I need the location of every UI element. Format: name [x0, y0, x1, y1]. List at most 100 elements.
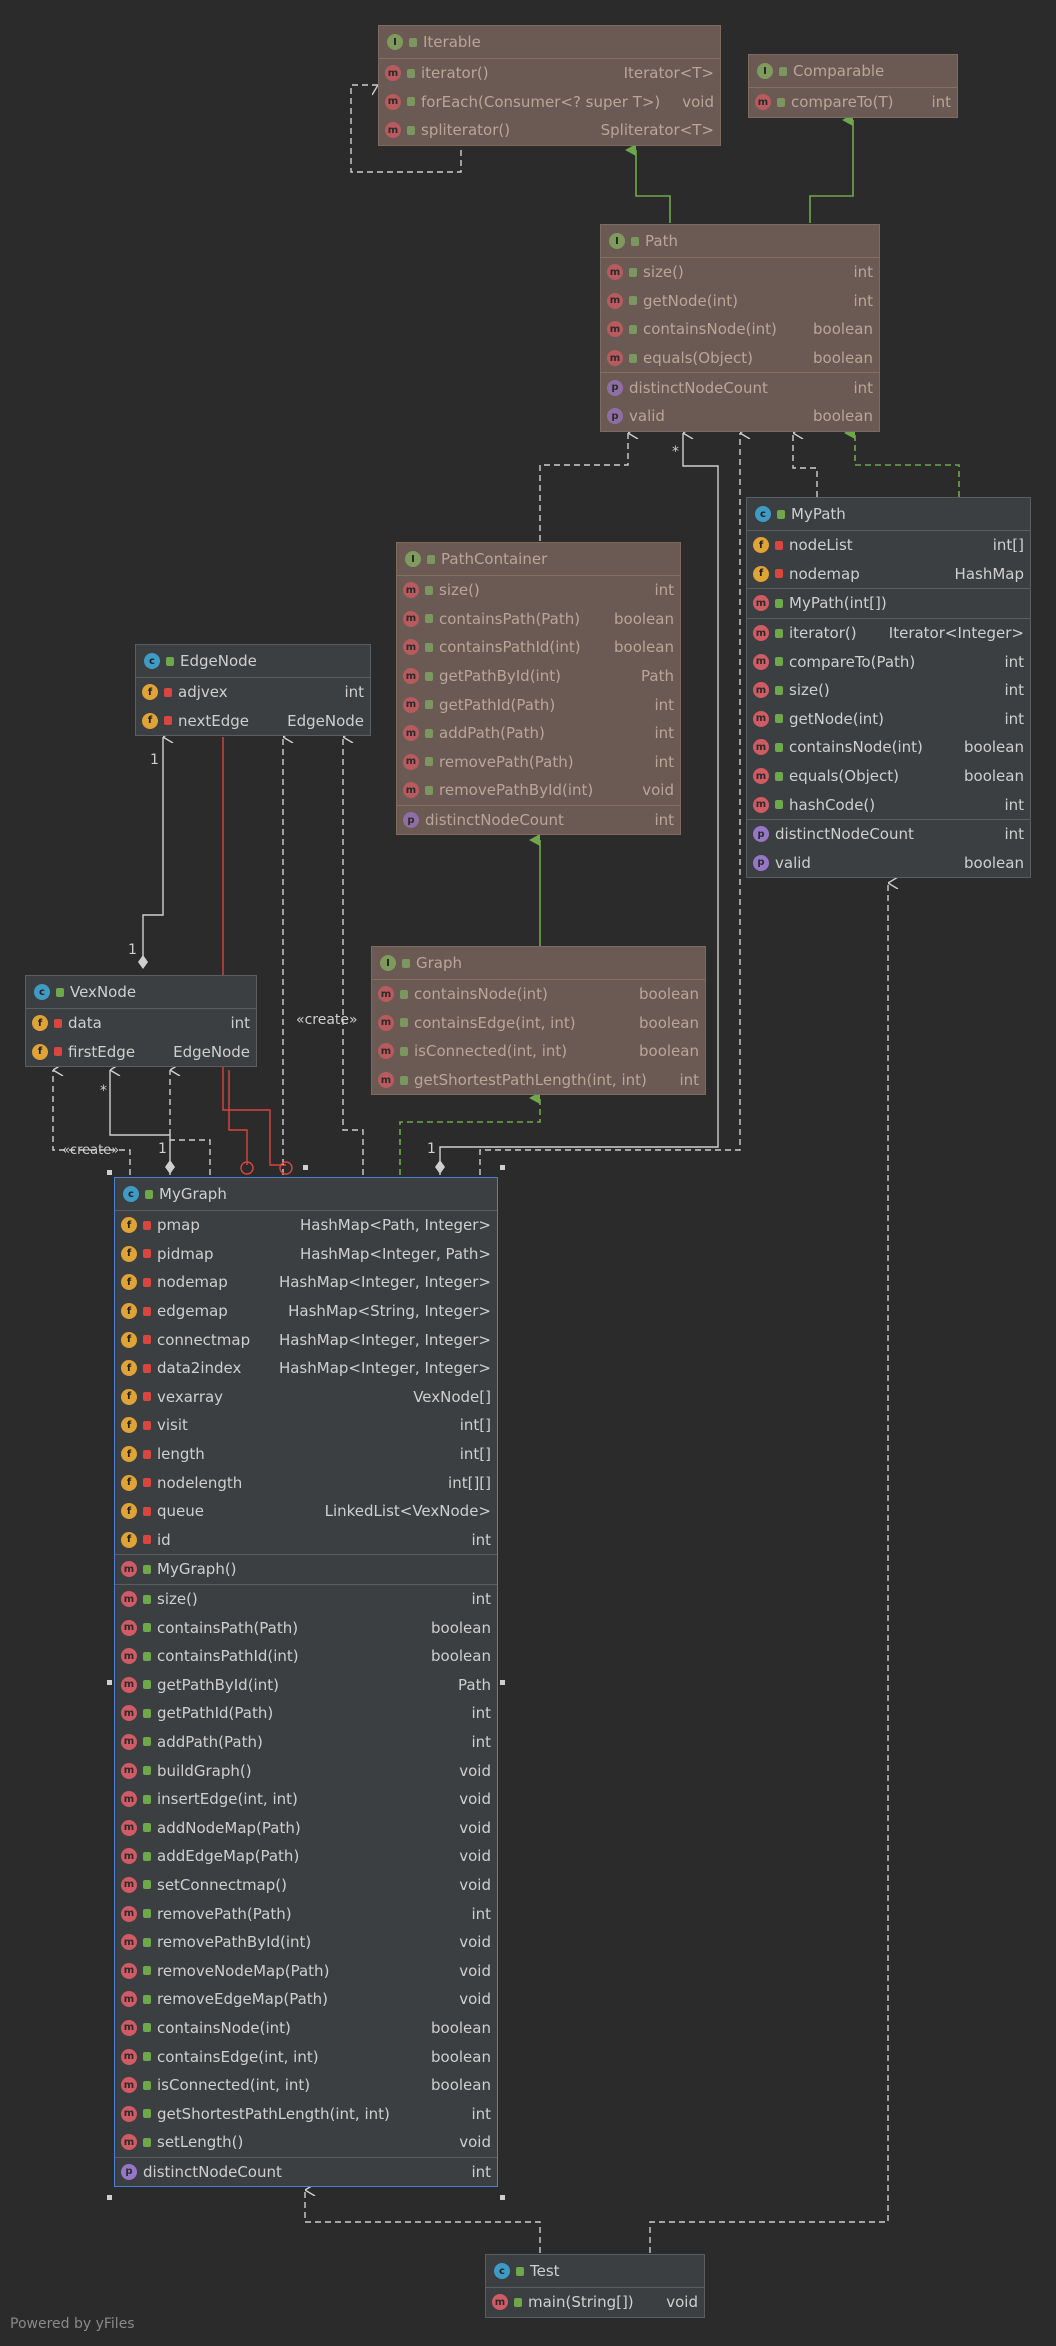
- method-row[interactable]: m containsPathId(int) boolean: [115, 1642, 497, 1671]
- property-row[interactable]: p distinctNodeCount int: [115, 2156, 497, 2187]
- field-row[interactable]: f connectmap HashMap<Integer, Integer>: [115, 1325, 497, 1354]
- field-row[interactable]: f nodelength int[][]: [115, 1468, 497, 1497]
- method-row[interactable]: m size() int: [397, 576, 680, 605]
- method-row[interactable]: m equals(Object) boolean: [601, 344, 879, 373]
- class-mygraph[interactable]: c MyGraph f pmap HashMap<Path, Integer> f pidm…: [114, 1177, 498, 2188]
- method-row[interactable]: m getNode(int) int: [747, 705, 1030, 734]
- class-vexnode[interactable]: c VexNode f data int f firstEdge EdgeNode: [25, 975, 257, 1068]
- field-row[interactable]: f nextEdge EdgeNode: [136, 707, 370, 736]
- property-row[interactable]: p distinctNodeCount int: [397, 804, 680, 835]
- method-row[interactable]: m containsNode(int) boolean: [115, 2014, 497, 2043]
- path-header[interactable]: I Path: [601, 225, 879, 258]
- mygraph-header[interactable]: c MyGraph: [115, 1178, 497, 1211]
- pathcontainer-header[interactable]: I PathContainer: [397, 543, 680, 576]
- field-row[interactable]: f data2index HashMap<Integer, Integer>: [115, 1354, 497, 1383]
- method-row[interactable]: m getPathId(Path) int: [397, 690, 680, 719]
- class-mypath[interactable]: c MyPath f nodeList int[] f nodemap HashMap m MyP…: [746, 497, 1031, 879]
- method-row[interactable]: m addNodeMap(Path) void: [115, 1813, 497, 1842]
- property-row[interactable]: p valid boolean: [601, 402, 879, 431]
- vexnode-header[interactable]: c VexNode: [26, 976, 256, 1009]
- method-row[interactable]: m size() int: [115, 1583, 497, 1614]
- field-row[interactable]: f visit int[]: [115, 1411, 497, 1440]
- method-row[interactable]: m main(String[]) void: [486, 2288, 704, 2317]
- method-row[interactable]: m insertEdge(int, int) void: [115, 1785, 497, 1814]
- field-row[interactable]: f nodemap HashMap<Integer, Integer>: [115, 1268, 497, 1297]
- field-row[interactable]: f edgemap HashMap<String, Integer>: [115, 1297, 497, 1326]
- method-row[interactable]: m removePath(Path) int: [397, 748, 680, 777]
- field-row[interactable]: f vexarray VexNode[]: [115, 1383, 497, 1412]
- method-row[interactable]: m getShortestPathLength(int, int) int: [372, 1066, 705, 1095]
- field-row[interactable]: f id int: [115, 1526, 497, 1555]
- edgenode-header[interactable]: c EdgeNode: [136, 645, 370, 678]
- visibility-icon: [143, 1909, 151, 1919]
- method-row[interactable]: m iterator() Iterator<T>: [379, 59, 720, 88]
- method-row[interactable]: m MyPath(int[]): [747, 588, 1030, 618]
- class-pathcontainer[interactable]: I PathContainer m size() int m containsPath(Pa…: [396, 542, 681, 836]
- method-row[interactable]: m hashCode() int: [747, 790, 1030, 819]
- class-iterable[interactable]: I Iterable m iterator() Iterator<T> m forEach(…: [378, 25, 721, 146]
- method-row[interactable]: m removePathById(int) void: [115, 1928, 497, 1957]
- field-row[interactable]: f nodeList int[]: [747, 531, 1030, 560]
- field-row[interactable]: f nodemap HashMap: [747, 560, 1030, 589]
- class-graph[interactable]: I Graph m containsNode(int) boolean m contains…: [371, 946, 706, 1096]
- method-row[interactable]: m iterator() Iterator<Integer>: [747, 617, 1030, 648]
- iterable-header[interactable]: I Iterable: [379, 26, 720, 59]
- method-row[interactable]: m setConnectmap() void: [115, 1871, 497, 1900]
- method-row[interactable]: m removeEdgeMap(Path) void: [115, 1985, 497, 2014]
- visibility-icon: [629, 267, 637, 277]
- property-row[interactable]: p distinctNodeCount int: [601, 372, 879, 402]
- field-row[interactable]: f firstEdge EdgeNode: [26, 1038, 256, 1067]
- method-row[interactable]: m containsPathId(int) boolean: [397, 633, 680, 662]
- method-row[interactable]: m getPathById(int) Path: [115, 1671, 497, 1700]
- method-row[interactable]: m removePath(Path) int: [115, 1899, 497, 1928]
- member-type: boolean: [813, 349, 873, 368]
- method-row[interactable]: m addEdgeMap(Path) void: [115, 1842, 497, 1871]
- method-row[interactable]: m getPathId(Path) int: [115, 1699, 497, 1728]
- property-row[interactable]: p valid boolean: [747, 849, 1030, 878]
- method-row[interactable]: m getPathById(int) Path: [397, 662, 680, 691]
- method-row[interactable]: m size() int: [747, 676, 1030, 705]
- field-row[interactable]: f length int[]: [115, 1440, 497, 1469]
- method-row[interactable]: m buildGraph() void: [115, 1756, 497, 1785]
- class-edgenode[interactable]: c EdgeNode f adjvex int f nextEdge EdgeNode: [135, 644, 371, 737]
- method-row[interactable]: m removeNodeMap(Path) void: [115, 1956, 497, 1985]
- test-header[interactable]: c Test: [486, 2255, 704, 2288]
- member-name: removePathById(int): [157, 1933, 312, 1952]
- method-row[interactable]: m addPath(Path) int: [115, 1728, 497, 1757]
- method-row[interactable]: m compareTo(T) int: [749, 88, 957, 117]
- method-row[interactable]: m spliterator() Spliterator<T>: [379, 116, 720, 145]
- method-row[interactable]: m containsPath(Path) boolean: [397, 605, 680, 634]
- method-row[interactable]: m containsPath(Path) boolean: [115, 1613, 497, 1642]
- method-row[interactable]: m isConnected(int, int) boolean: [372, 1037, 705, 1066]
- field-row[interactable]: f data int: [26, 1009, 256, 1038]
- field-row[interactable]: f adjvex int: [136, 678, 370, 707]
- method-row[interactable]: m setLength() void: [115, 2128, 497, 2157]
- method-row[interactable]: m isConnected(int, int) boolean: [115, 2071, 497, 2100]
- method-row[interactable]: m equals(Object) boolean: [747, 762, 1030, 791]
- method-row[interactable]: m forEach(Consumer<? super T>) void: [379, 88, 720, 117]
- method-row[interactable]: m containsEdge(int, int) boolean: [115, 2042, 497, 2071]
- graph-header[interactable]: I Graph: [372, 947, 705, 980]
- method-row[interactable]: m containsNode(int) boolean: [372, 980, 705, 1009]
- field-row[interactable]: f pmap HashMap<Path, Integer>: [115, 1211, 497, 1240]
- class-test[interactable]: c Test m main(String[]) void: [485, 2254, 705, 2318]
- comparable-header[interactable]: I Comparable: [749, 55, 957, 88]
- method-row[interactable]: m size() int: [601, 258, 879, 287]
- method-row[interactable]: m getShortestPathLength(int, int) int: [115, 2099, 497, 2128]
- field-row[interactable]: f queue LinkedList<VexNode>: [115, 1497, 497, 1526]
- method-row[interactable]: m addPath(Path) int: [397, 719, 680, 748]
- class-path[interactable]: I Path m size() int m getNode(int) int m contains…: [600, 224, 880, 432]
- method-row[interactable]: m removePathById(int) void: [397, 776, 680, 805]
- method-row[interactable]: m containsEdge(int, int) boolean: [372, 1009, 705, 1038]
- method-row[interactable]: m containsNode(int) boolean: [601, 315, 879, 344]
- property-row[interactable]: p distinctNodeCount int: [747, 818, 1030, 849]
- class-comparable[interactable]: I Comparable m compareTo(T) int: [748, 54, 958, 118]
- visibility-icon: [775, 628, 783, 638]
- method-row[interactable]: m compareTo(Path) int: [747, 647, 1030, 676]
- mypath-header[interactable]: c MyPath: [747, 498, 1030, 531]
- field-row[interactable]: f pidmap HashMap<Integer, Path>: [115, 1240, 497, 1269]
- visibility-icon: [631, 236, 639, 246]
- method-row[interactable]: m containsNode(int) boolean: [747, 733, 1030, 762]
- method-row[interactable]: m MyGraph(): [115, 1554, 497, 1584]
- method-row[interactable]: m getNode(int) int: [601, 287, 879, 316]
